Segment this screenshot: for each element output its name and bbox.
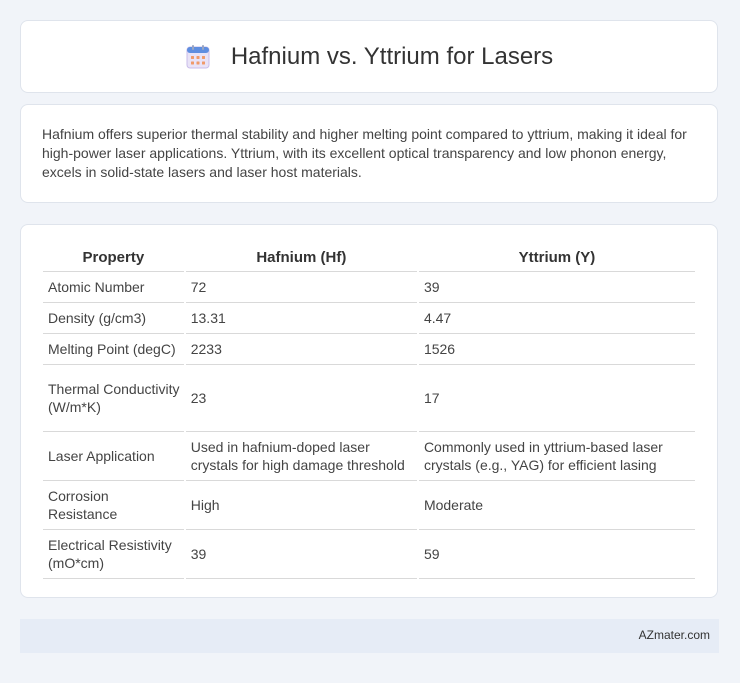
- page-title: Hafnium vs. Yttrium for Lasers: [230, 42, 554, 70]
- table-cell: Electrical Resistivity (mO*cm): [43, 530, 184, 579]
- column-header: Property: [43, 243, 184, 272]
- calendar-icon: [185, 44, 211, 70]
- table-cell: Laser Application: [43, 432, 184, 481]
- table-cell: 72: [185, 272, 417, 303]
- table-row: Atomic Number 72 39: [43, 272, 695, 303]
- table-cell: 1526: [418, 334, 695, 365]
- column-header: Hafnium (Hf): [185, 243, 417, 272]
- table-cell: 17: [418, 365, 695, 432]
- table-cell: Used in hafnium-doped laser crystals for…: [185, 432, 417, 481]
- table-row: Density (g/cm3) 13.31 4.47: [43, 303, 695, 334]
- table-row: Melting Point (degC) 2233 1526: [43, 334, 695, 365]
- table-cell: 13.31: [185, 303, 417, 334]
- table-cell: Thermal Conductivity (W/m*K): [43, 365, 184, 432]
- intro-card: Hafnium offers superior thermal stabilit…: [20, 104, 718, 203]
- table-cell: High: [185, 481, 417, 530]
- column-header: Yttrium (Y): [418, 243, 695, 272]
- table-cell: Atomic Number: [43, 272, 184, 303]
- table-cell: 39: [418, 272, 695, 303]
- footer-brand: AZmater.com: [638, 628, 710, 642]
- title-card: Hafnium vs. Yttrium for Lasers: [20, 20, 718, 93]
- table-row: Corrosion Resistance High Moderate: [43, 481, 695, 530]
- table-cell: Melting Point (degC): [43, 334, 184, 365]
- table-cell: 23: [185, 365, 417, 432]
- table-cell: 39: [185, 530, 417, 579]
- table-cell: 4.47: [418, 303, 695, 334]
- comparison-table: Property Hafnium (Hf) Yttrium (Y) Atomic…: [41, 243, 697, 579]
- intro-text: Hafnium offers superior thermal stabilit…: [42, 126, 687, 180]
- table-cell: Moderate: [418, 481, 695, 530]
- table-header-row: Property Hafnium (Hf) Yttrium (Y): [43, 243, 695, 272]
- table-row: Electrical Resistivity (mO*cm) 39 59: [43, 530, 695, 579]
- table-card: Property Hafnium (Hf) Yttrium (Y) Atomic…: [20, 224, 718, 598]
- table-row: Thermal Conductivity (W/m*K) 23 17: [43, 365, 695, 432]
- footer: AZmater.com: [20, 619, 719, 653]
- table-row: Laser Application Used in hafnium-doped …: [43, 432, 695, 481]
- table-cell: Commonly used in yttrium-based laser cry…: [418, 432, 695, 481]
- table-cell: 59: [418, 530, 695, 579]
- table-cell: Density (g/cm3): [43, 303, 184, 334]
- table-cell: Corrosion Resistance: [43, 481, 184, 530]
- table-cell: 2233: [185, 334, 417, 365]
